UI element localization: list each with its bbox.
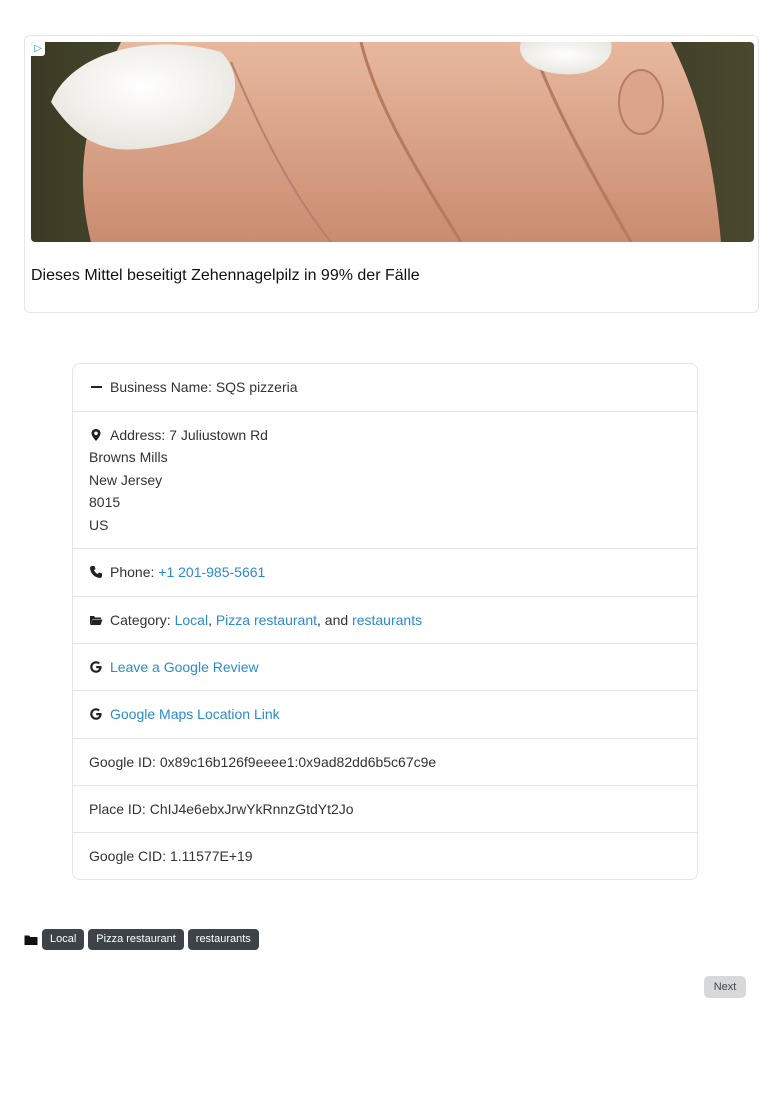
ad-photo [51,42,721,242]
ad-headline[interactable]: Dieses Mittel beseitigt Zehennagelpilz i… [31,267,420,285]
minus-icon [89,380,103,394]
address-label: Address: [110,427,166,443]
category-label: Category: [110,612,171,628]
google-cid-row: Google CID: 1.11577E+19 [73,832,697,879]
category-link-restaurants[interactable]: restaurants [352,612,422,628]
google-id-row: Google ID: 0x89c16b126f9eeee1:0x9ad82dd6… [73,738,697,785]
leave-review-link[interactable]: Leave a Google Review [110,659,259,675]
review-row: Leave a Google Review [73,643,697,690]
folder-icon [24,933,38,947]
business-name-row: Business Name: SQS pizzeria [73,364,697,411]
address-city: Browns Mills [89,449,168,465]
tag-pizza-restaurant[interactable]: Pizza restaurant [88,929,184,950]
phone-link[interactable]: +1 201-985-5661 [158,564,265,580]
ad-card[interactable]: ▷ Dieses Mittel beseitigt Zehennagelpilz… [24,35,759,313]
folder-open-icon [89,613,103,627]
business-info-card: Business Name: SQS pizzeria Address: 7 J… [72,363,698,880]
adchoices-icon[interactable]: ▷ [31,42,45,56]
place-id-value: ChIJ4e6ebxJrwYkRnnzGtdYt2Jo [149,801,354,817]
maps-location-link[interactable]: Google Maps Location Link [110,706,280,722]
tag-local[interactable]: Local [42,929,85,950]
address-street: 7 Juliustown Rd [169,427,268,443]
place-id-row: Place ID: ChIJ4e6ebxJrwYkRnnzGtdYt2Jo [73,785,697,832]
business-name-label: Business Name: [110,379,212,395]
phone-label: Phone: [110,564,155,580]
ad-image[interactable]: ▷ [31,42,754,242]
tag-restaurants[interactable]: restaurants [187,929,259,950]
google-icon [89,707,103,721]
category-link-pizza-restaurant[interactable]: Pizza restaurant [216,612,317,628]
map-marker-icon [89,428,103,442]
google-id-value: 0x89c16b126f9eeee1:0x9ad82dd6b5c67c9e [159,754,437,770]
address-country: US [89,516,109,533]
category-separator: , [208,612,212,628]
google-id-label: Google ID: [89,754,156,770]
google-cid-value: 1.11577E+19 [169,848,253,864]
category-separator: , and [317,612,349,628]
phone-icon [89,565,103,579]
address-row: Address: 7 Juliustown Rd Browns Mills Ne… [73,411,697,548]
business-name: SQS pizzeria [215,379,298,395]
google-cid-label: Google CID: [89,848,167,864]
address-state: New Jersey [89,471,163,488]
tag-list: Local Pizza restaurant restaurants [24,929,263,950]
phone-row: Phone: +1 201-985-5661 [73,548,697,596]
category-link-local[interactable]: Local [175,612,208,628]
maps-row: Google Maps Location Link [73,690,697,738]
place-id-label: Place ID: [89,801,146,817]
google-icon [89,660,103,674]
address-zip: 8015 [89,494,121,510]
category-row: Category: Local, Pizza restaurant, and r… [73,596,697,643]
next-button[interactable]: Next [704,976,746,998]
